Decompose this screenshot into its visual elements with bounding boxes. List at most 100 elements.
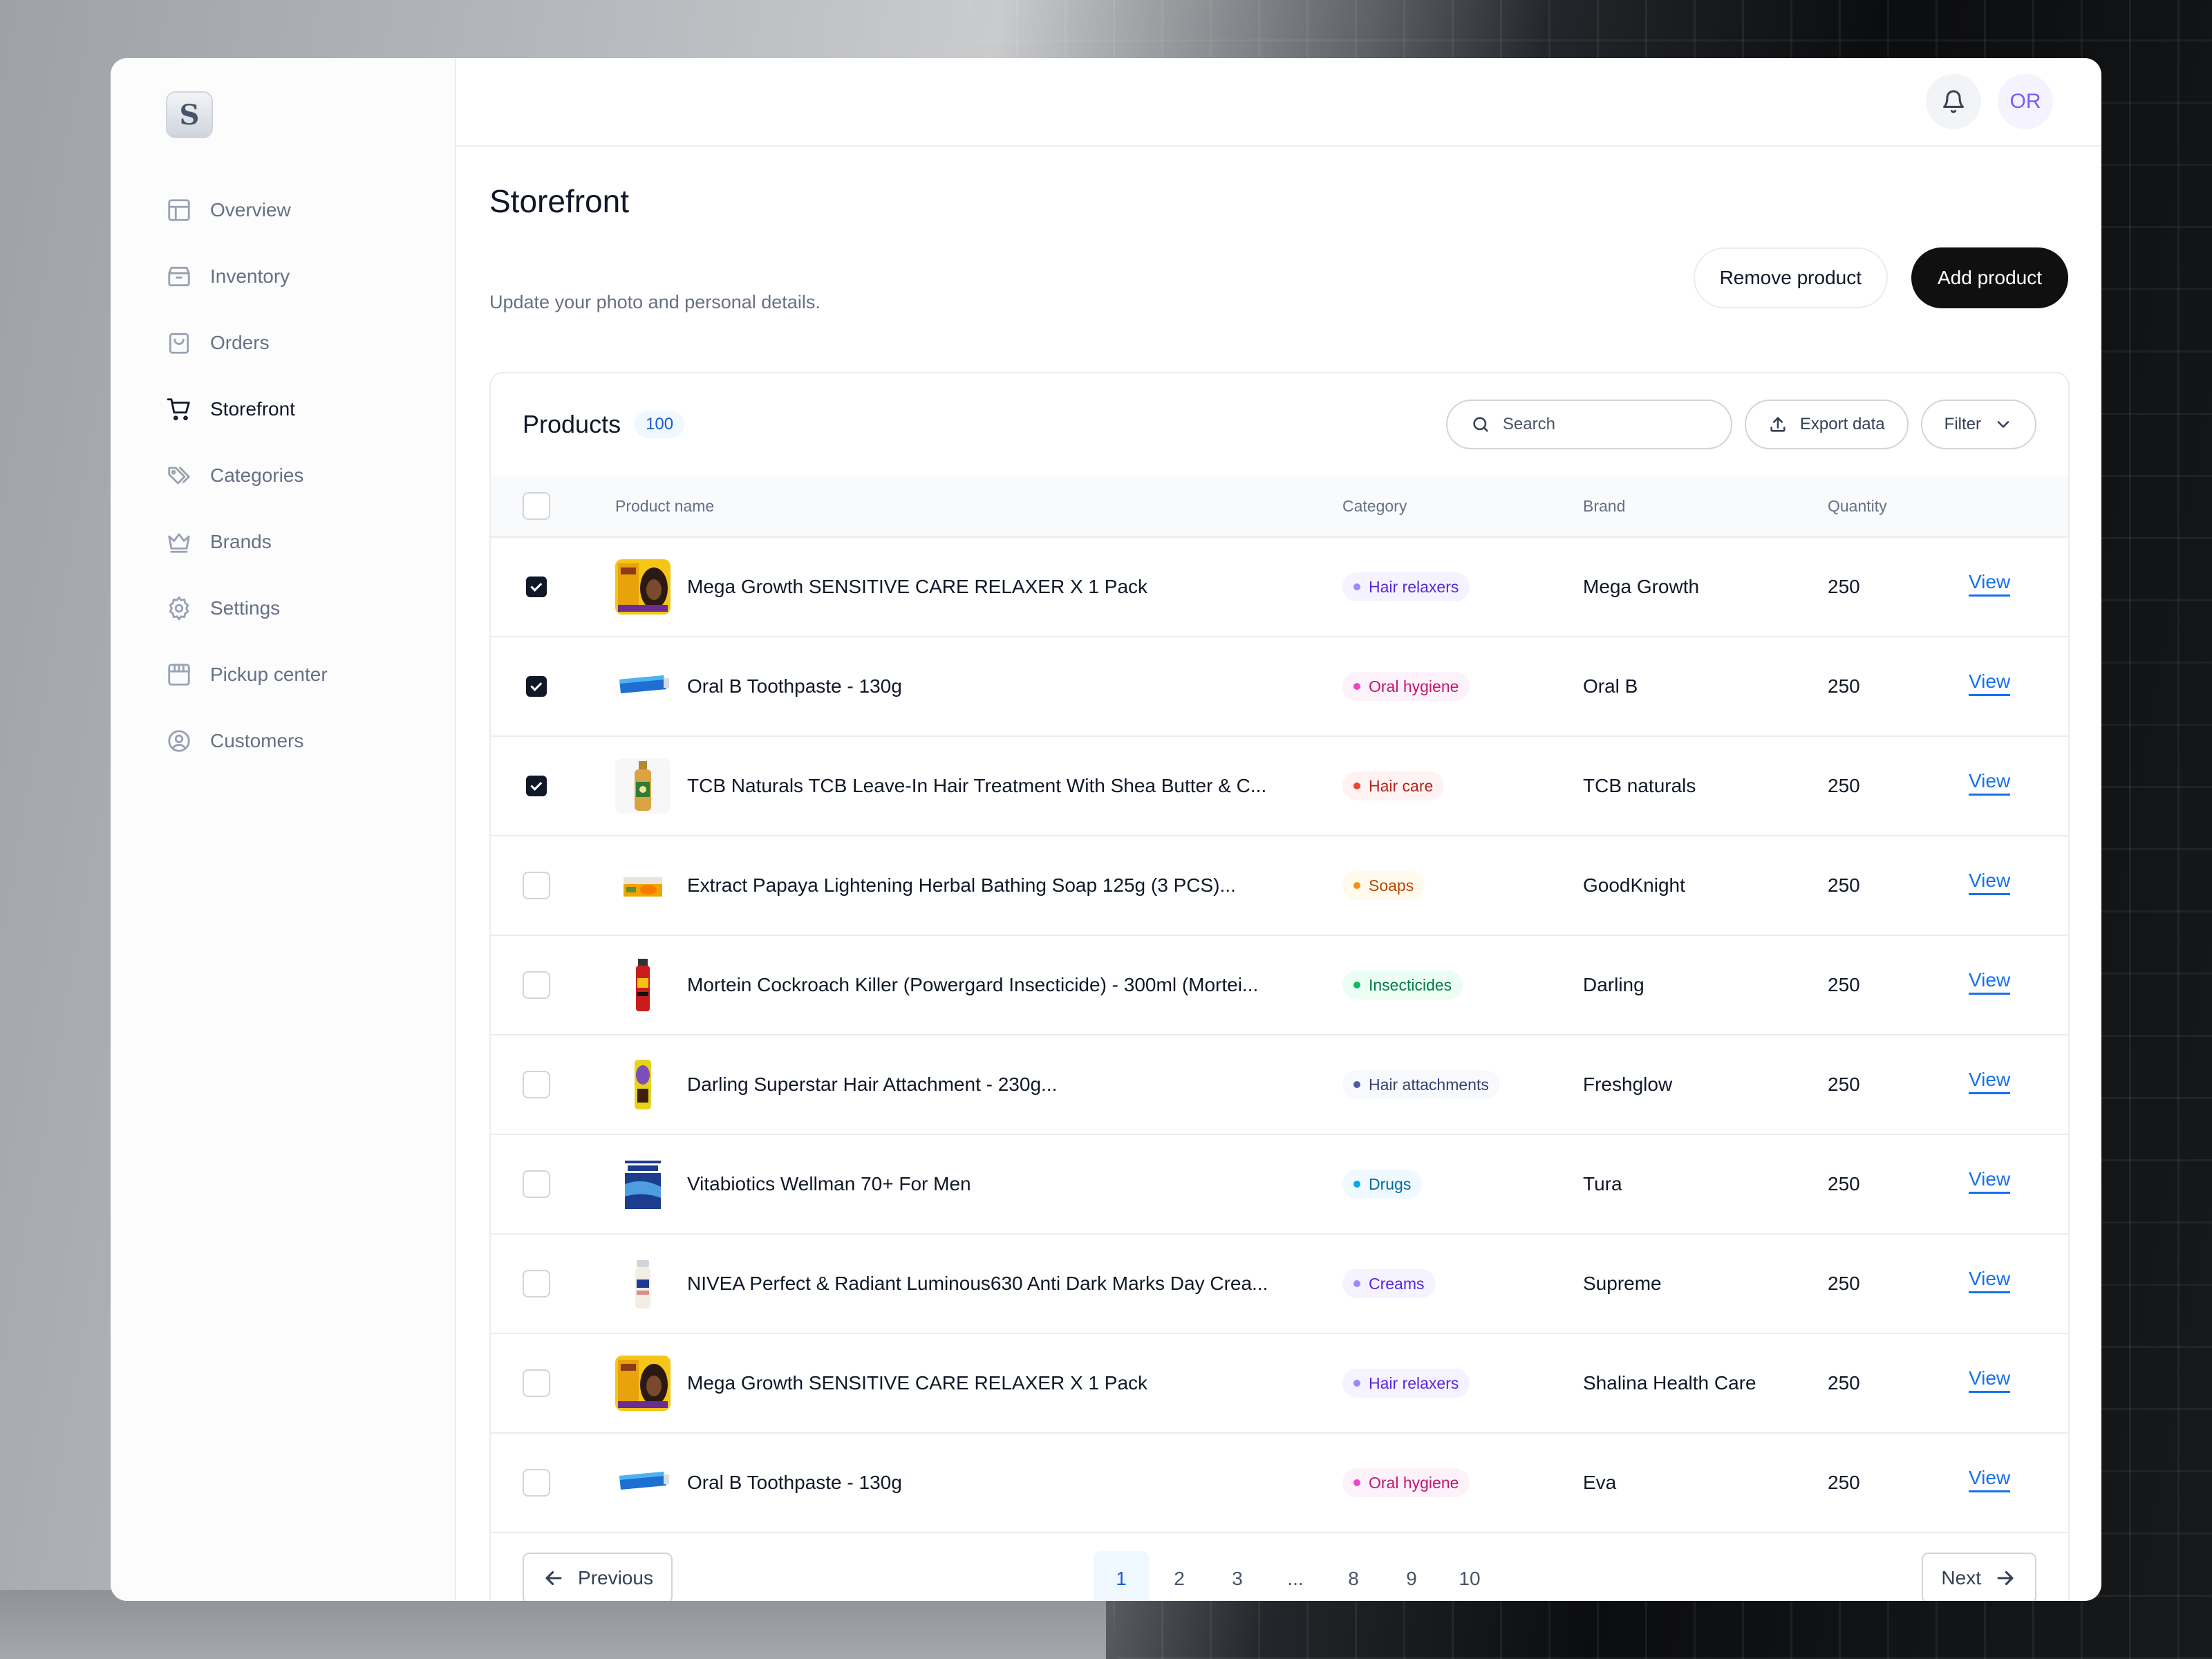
column-product-name[interactable]: Product name: [615, 497, 714, 516]
table-row[interactable]: Oral B Toothpaste - 130g Oral hygiene Ev…: [491, 1432, 2068, 1532]
products-card-header: Products 100 Export data Filter: [491, 373, 2068, 476]
sidebar-item-brands[interactable]: Brands: [166, 509, 455, 575]
sidebar-item-pickup-center[interactable]: Pickup center: [166, 641, 455, 708]
brand-cell: Eva: [1583, 1472, 1617, 1493]
row-checkbox[interactable]: [526, 676, 547, 697]
row-checkbox[interactable]: [523, 1071, 550, 1098]
sidebar-item-label: Overview: [210, 199, 291, 221]
product-thumbnail: [615, 1156, 671, 1212]
sidebar-item-label: Orders: [210, 332, 270, 353]
select-all-checkbox[interactable]: [523, 492, 550, 520]
quantity-cell: 250: [1828, 1273, 1860, 1294]
page-number-10[interactable]: 10: [1442, 1551, 1497, 1601]
table-row[interactable]: Oral B Toothpaste - 130g Oral hygiene Or…: [491, 636, 2068, 735]
brand-cell: Shalina Health Care: [1583, 1372, 1756, 1394]
category-badge: Soaps: [1342, 871, 1425, 900]
avatar[interactable]: OR: [1998, 74, 2053, 129]
table-row[interactable]: TCB Naturals TCB Leave-In Hair Treatment…: [491, 735, 2068, 835]
sidebar-item-storefront[interactable]: Storefront: [166, 376, 455, 442]
previous-label: Previous: [578, 1567, 653, 1588]
search-box[interactable]: [1445, 400, 1732, 449]
status-dot: [1353, 1380, 1360, 1387]
row-checkbox[interactable]: [523, 872, 550, 899]
search-input[interactable]: [1502, 415, 1710, 434]
category-badge: Insecticides: [1342, 971, 1463, 1000]
row-checkbox[interactable]: [526, 577, 547, 597]
products-card: Products 100 Export data Filter: [489, 372, 2070, 1601]
page-number-1[interactable]: 1: [1094, 1551, 1149, 1601]
export-data-button[interactable]: Export data: [1744, 400, 1909, 449]
sidebar-item-label: Brands: [210, 531, 272, 552]
brand-cell: Oral B: [1583, 675, 1638, 697]
add-product-button[interactable]: Add product: [1911, 247, 2068, 308]
sidebar-item-inventory[interactable]: Inventory: [166, 243, 455, 310]
view-link[interactable]: View: [1969, 870, 2011, 895]
page-number-2[interactable]: 2: [1152, 1551, 1207, 1601]
sidebar-item-label: Pickup center: [210, 664, 328, 685]
page-number-8[interactable]: 8: [1326, 1551, 1381, 1601]
status-dot: [1353, 1280, 1360, 1287]
sidebar-item-label: Storefront: [210, 398, 295, 420]
export-data-label: Export data: [1799, 415, 1885, 433]
view-link[interactable]: View: [1969, 671, 2011, 696]
category-label: Hair relaxers: [1369, 1374, 1459, 1392]
quantity-cell: 250: [1828, 1372, 1860, 1394]
table-row[interactable]: Mega Growth SENSITIVE CARE RELAXER X 1 P…: [491, 536, 2068, 636]
view-link[interactable]: View: [1969, 1467, 2011, 1492]
quantity-cell: 250: [1828, 675, 1860, 697]
table-row[interactable]: Mega Growth SENSITIVE CARE RELAXER X 1 P…: [491, 1333, 2068, 1432]
row-checkbox[interactable]: [523, 1170, 550, 1198]
notifications-button[interactable]: [1926, 74, 1981, 129]
sidebar-item-settings[interactable]: Settings: [166, 575, 455, 641]
table-row[interactable]: NIVEA Perfect & Radiant Luminous630 Anti…: [491, 1233, 2068, 1333]
view-link[interactable]: View: [1969, 1268, 2011, 1293]
main-content: OR Storefront Update your photo and pers…: [456, 58, 2101, 1601]
brand-cell: GoodKnight: [1583, 874, 1685, 896]
filter-dropdown[interactable]: Filter: [1920, 400, 2036, 449]
app-window: S Overview Inventory Orders Storefront C…: [111, 58, 2101, 1601]
row-checkbox[interactable]: [523, 971, 550, 999]
quantity-cell: 250: [1828, 576, 1860, 597]
table-row[interactable]: Extract Papaya Lightening Herbal Bathing…: [491, 835, 2068, 935]
app-logo[interactable]: S: [166, 91, 213, 138]
table-row[interactable]: Vitabiotics Wellman 70+ For Men Drugs Tu…: [491, 1134, 2068, 1233]
view-link[interactable]: View: [1969, 1367, 2011, 1393]
view-link[interactable]: View: [1969, 1069, 2011, 1094]
row-checkbox[interactable]: [523, 1469, 550, 1497]
column-brand[interactable]: Brand: [1583, 497, 1625, 516]
sidebar-item-categories[interactable]: Categories: [166, 442, 455, 509]
table-row[interactable]: Mortein Cockroach Killer (Powergard Inse…: [491, 935, 2068, 1034]
product-name: Oral B Toothpaste - 130g: [687, 1472, 902, 1493]
row-checkbox[interactable]: [526, 776, 547, 796]
category-badge: Oral hygiene: [1342, 1468, 1470, 1497]
remove-product-button[interactable]: Remove product: [1693, 247, 1888, 308]
page-number-3[interactable]: 3: [1210, 1551, 1265, 1601]
product-name: TCB Naturals TCB Leave-In Hair Treatment…: [687, 775, 1267, 796]
next-page-button[interactable]: Next: [1922, 1553, 2036, 1601]
page-number-9[interactable]: 9: [1384, 1551, 1439, 1601]
product-name: Mega Growth SENSITIVE CARE RELAXER X 1 P…: [687, 1372, 1148, 1394]
product-thumbnail: [615, 858, 671, 913]
shopping-bag-icon: [169, 332, 189, 354]
table-row[interactable]: Darling Superstar Hair Attachment - 230g…: [491, 1034, 2068, 1134]
category-badge: Hair relaxers: [1342, 1369, 1470, 1398]
product-thumbnail: [615, 957, 671, 1013]
row-checkbox[interactable]: [523, 1369, 550, 1397]
product-name: Oral B Toothpaste - 130g: [687, 675, 902, 697]
column-category[interactable]: Category: [1342, 497, 1407, 516]
view-link[interactable]: View: [1969, 571, 2011, 597]
sidebar-item-label: Customers: [210, 730, 304, 751]
row-checkbox[interactable]: [523, 1270, 550, 1297]
column-quantity[interactable]: Quantity: [1828, 497, 1887, 516]
status-dot: [1353, 982, 1360, 988]
view-link[interactable]: View: [1969, 770, 2011, 796]
sidebar-item-overview[interactable]: Overview: [166, 177, 455, 243]
page-numbers: 1 2 3... 8 9 10: [1094, 1551, 1497, 1601]
previous-page-button[interactable]: Previous: [523, 1553, 673, 1601]
view-link[interactable]: View: [1969, 1168, 2011, 1194]
product-thumbnail: [615, 758, 671, 814]
view-link[interactable]: View: [1969, 969, 2011, 995]
sidebar-item-orders[interactable]: Orders: [166, 310, 455, 376]
next-label: Next: [1941, 1567, 1981, 1588]
sidebar-item-customers[interactable]: Customers: [166, 708, 455, 774]
